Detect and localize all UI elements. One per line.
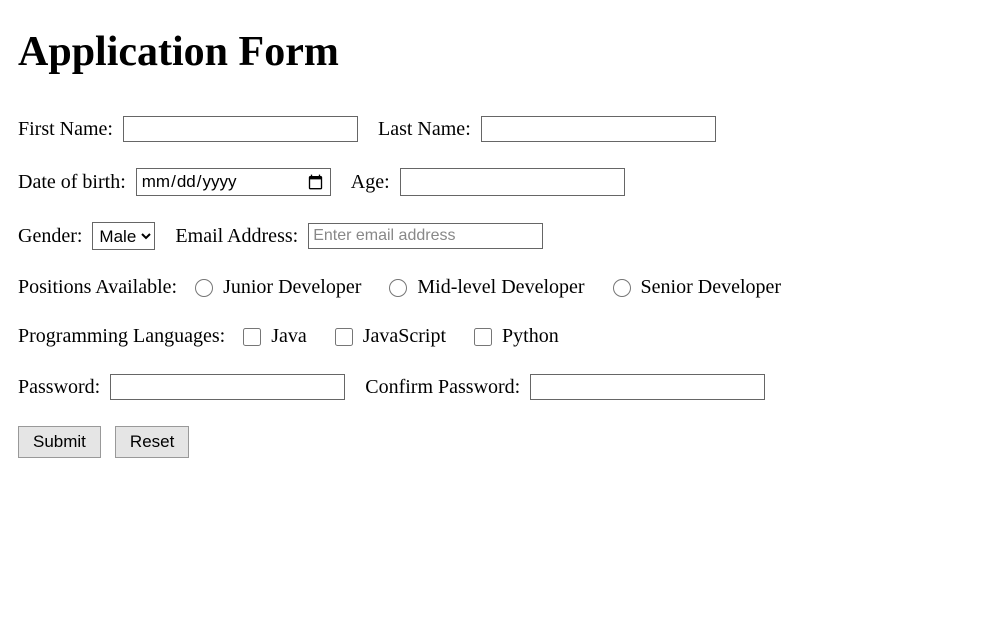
- languages-row: Programming Languages: Java JavaScript P…: [18, 325, 982, 348]
- gender-select[interactable]: Male: [92, 222, 155, 250]
- confirm-password-label: Confirm Password:: [365, 376, 520, 399]
- first-name-label: First Name:: [18, 118, 113, 141]
- email-input[interactable]: [308, 223, 543, 249]
- password-label: Password:: [18, 376, 100, 399]
- position-junior-radio[interactable]: [195, 279, 213, 297]
- first-name-input[interactable]: [123, 116, 358, 142]
- languages-label: Programming Languages:: [18, 325, 225, 348]
- dob-age-row: Date of birth: Age:: [18, 168, 982, 196]
- last-name-input[interactable]: [481, 116, 716, 142]
- reset-button[interactable]: Reset: [115, 426, 189, 458]
- language-python-label: Python: [502, 325, 559, 348]
- language-java-checkbox[interactable]: [243, 328, 261, 346]
- language-java-label: Java: [271, 325, 307, 348]
- email-label: Email Address:: [175, 225, 298, 248]
- password-input[interactable]: [110, 374, 345, 400]
- position-senior-radio[interactable]: [613, 279, 631, 297]
- position-junior-label: Junior Developer: [223, 276, 361, 299]
- name-row: First Name: Last Name:: [18, 116, 982, 142]
- age-input[interactable]: [400, 168, 625, 196]
- last-name-label: Last Name:: [378, 118, 471, 141]
- positions-label: Positions Available:: [18, 276, 177, 299]
- position-mid-radio[interactable]: [389, 279, 407, 297]
- gender-label: Gender:: [18, 225, 82, 248]
- dob-input[interactable]: [136, 168, 331, 196]
- confirm-password-input[interactable]: [530, 374, 765, 400]
- buttons-row: Submit Reset: [18, 426, 982, 458]
- position-senior-label: Senior Developer: [641, 276, 782, 299]
- submit-button[interactable]: Submit: [18, 426, 101, 458]
- position-mid-label: Mid-level Developer: [417, 276, 584, 299]
- age-label: Age:: [351, 171, 390, 194]
- language-javascript-label: JavaScript: [363, 325, 446, 348]
- positions-row: Positions Available: Junior Developer Mi…: [18, 276, 982, 299]
- password-row: Password: Confirm Password:: [18, 374, 982, 400]
- dob-label: Date of birth:: [18, 171, 126, 194]
- page-title: Application Form: [18, 28, 982, 76]
- gender-email-row: Gender: Male Email Address:: [18, 222, 982, 250]
- language-python-checkbox[interactable]: [474, 328, 492, 346]
- language-javascript-checkbox[interactable]: [335, 328, 353, 346]
